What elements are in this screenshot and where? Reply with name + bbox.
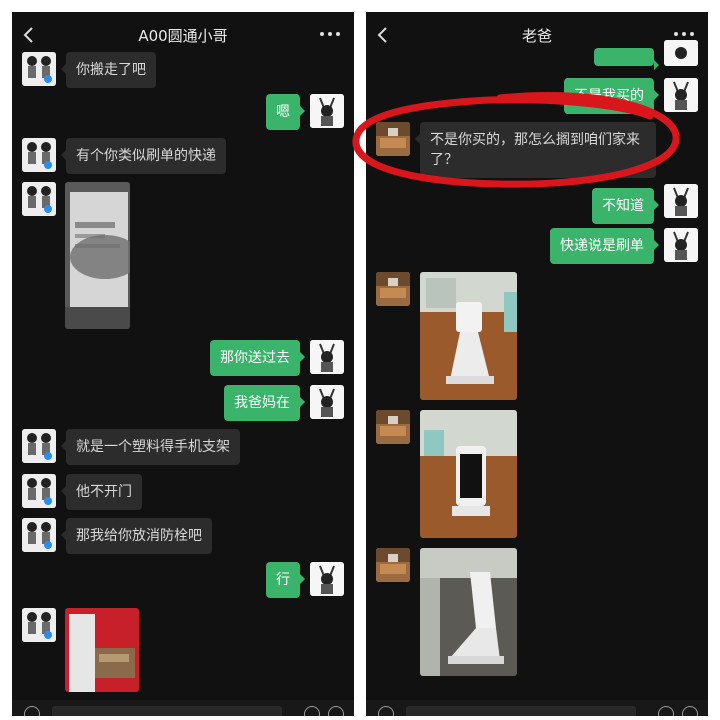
message-bubble[interactable]: 嗯 bbox=[266, 94, 305, 130]
contact-avatar[interactable] bbox=[22, 138, 56, 172]
chat-title: 老爸 bbox=[521, 26, 552, 45]
message-bubble[interactable]: 你搬走了吧 bbox=[61, 52, 156, 88]
contact-avatar[interactable] bbox=[22, 518, 56, 552]
add-icon[interactable] bbox=[682, 706, 698, 716]
voice-icon[interactable] bbox=[24, 706, 40, 716]
more-options-icon[interactable] bbox=[318, 24, 342, 44]
message-bubble[interactable]: 就是一个塑料得手机支架 bbox=[61, 429, 240, 465]
input-bar bbox=[366, 700, 708, 716]
message-bubble[interactable]: 不是你买的，那怎么搁到咱们家来了？ bbox=[415, 122, 656, 178]
message-input[interactable] bbox=[52, 706, 282, 716]
emoji-icon[interactable] bbox=[658, 706, 674, 716]
voice-icon[interactable] bbox=[378, 706, 394, 716]
my-avatar[interactable] bbox=[664, 78, 698, 112]
my-avatar[interactable] bbox=[310, 562, 344, 596]
chat-window-right: 老爸 不是我买的 不是你买的，那怎么搁到咱们家来了？ 不知道 快递说是刷单 bbox=[366, 12, 708, 716]
contact-avatar[interactable] bbox=[22, 429, 56, 463]
contact-avatar[interactable] bbox=[22, 52, 56, 86]
message-bubble[interactable]: 我爸妈在 bbox=[224, 385, 305, 421]
back-icon[interactable] bbox=[22, 26, 36, 44]
contact-avatar[interactable] bbox=[376, 410, 410, 444]
my-avatar[interactable] bbox=[310, 94, 344, 128]
my-avatar[interactable] bbox=[664, 184, 698, 218]
message-bubble[interactable]: 不知道 bbox=[592, 188, 659, 224]
my-avatar[interactable] bbox=[310, 385, 344, 419]
message-bubble[interactable]: 他不开门 bbox=[61, 474, 142, 510]
contact-avatar[interactable] bbox=[376, 272, 410, 306]
package-photo[interactable] bbox=[65, 182, 130, 329]
message-bubble[interactable]: 那你送过去 bbox=[210, 340, 305, 376]
message-input[interactable] bbox=[406, 706, 636, 716]
phone-stand-photo[interactable] bbox=[420, 272, 517, 400]
contact-avatar[interactable] bbox=[376, 548, 410, 582]
my-avatar[interactable] bbox=[664, 40, 698, 66]
message-bubble-partial[interactable] bbox=[594, 48, 659, 70]
contact-avatar[interactable] bbox=[22, 608, 56, 642]
add-icon[interactable] bbox=[328, 706, 344, 716]
contact-avatar[interactable] bbox=[22, 182, 56, 216]
back-icon[interactable] bbox=[376, 26, 390, 44]
chat-window-left: A00圆通小哥 你搬走了吧 嗯 有个你类似刷单的快递 那你送过去 我爸妈在 就是… bbox=[12, 12, 354, 716]
chat-header: 老爸 bbox=[366, 12, 708, 58]
my-avatar[interactable] bbox=[664, 228, 698, 262]
phone-on-stand-photo[interactable] bbox=[420, 410, 517, 538]
emoji-icon[interactable] bbox=[304, 706, 320, 716]
stand-side-photo[interactable] bbox=[420, 548, 517, 676]
input-bar bbox=[12, 700, 354, 716]
contact-avatar[interactable] bbox=[376, 122, 410, 156]
message-bubble[interactable]: 不是我买的 bbox=[564, 78, 659, 114]
contact-avatar[interactable] bbox=[22, 474, 56, 508]
chat-header: A00圆通小哥 bbox=[12, 12, 354, 58]
message-bubble[interactable]: 那我给你放消防栓吧 bbox=[61, 518, 212, 554]
fire-box-photo[interactable] bbox=[65, 608, 139, 692]
message-bubble[interactable]: 行 bbox=[266, 562, 305, 598]
chat-title: A00圆通小哥 bbox=[138, 26, 228, 45]
message-bubble[interactable]: 快递说是刷单 bbox=[550, 228, 659, 264]
message-bubble[interactable]: 有个你类似刷单的快递 bbox=[61, 138, 226, 174]
my-avatar[interactable] bbox=[310, 340, 344, 374]
